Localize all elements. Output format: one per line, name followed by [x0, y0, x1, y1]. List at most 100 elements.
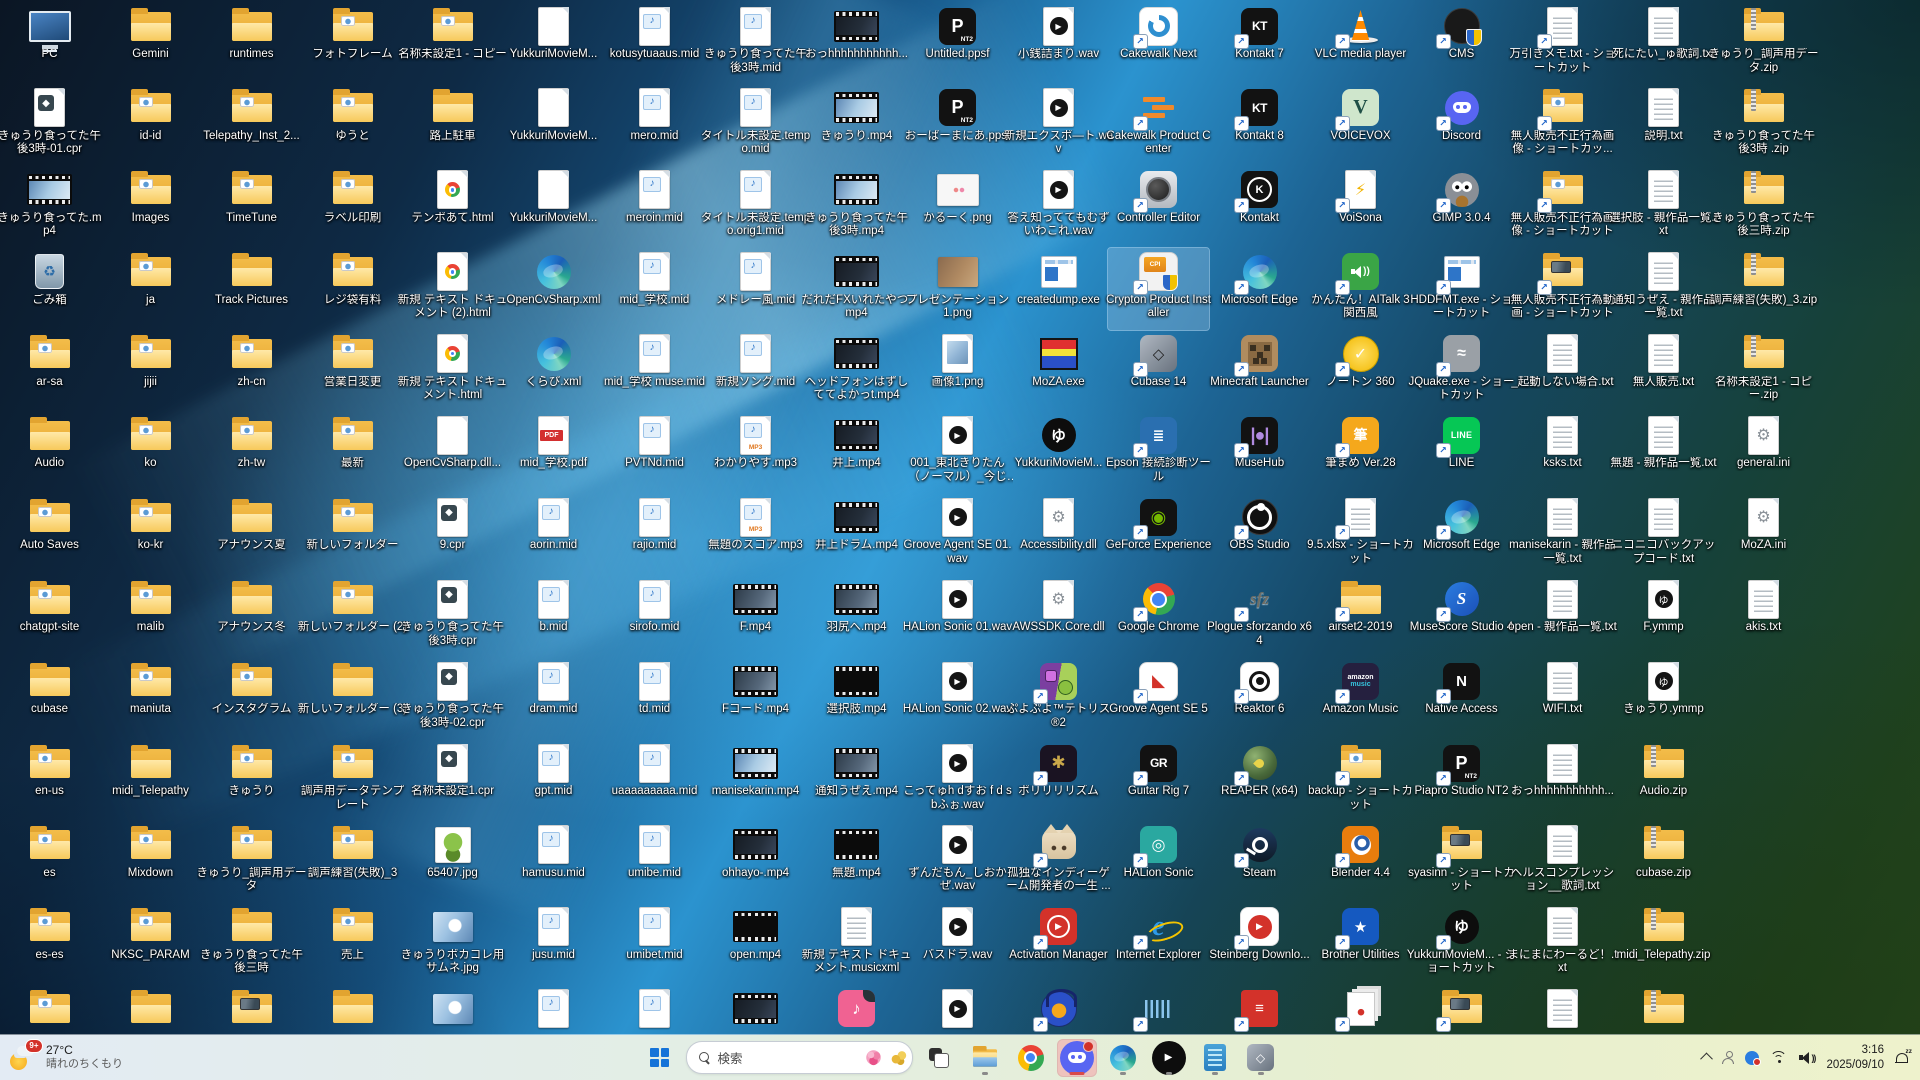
desktop-icon[interactable]: ↗ 無人販売不正行為画像 - ショートカット — [1511, 166, 1614, 248]
desktop-icon[interactable]: Audio — [0, 411, 100, 493]
desktop-icon[interactable]: ▶ 答え知っててもむずいわこれ.wav — [1007, 166, 1110, 248]
desktop-icon[interactable]: Track Pictures — [201, 248, 302, 330]
desktop-icon[interactable]: ↗ backup - ショートカット — [1308, 739, 1413, 821]
desktop-icon[interactable]: NKSC_PARAM — [100, 903, 201, 985]
desktop-icon[interactable] — [201, 985, 302, 1035]
desktop-icon[interactable]: 調声練習(失敗)_3 — [302, 821, 403, 903]
desktop-icon[interactable]: きゅうり — [201, 739, 302, 821]
notification-bell-icon[interactable]: zz — [1895, 1048, 1912, 1065]
desktop-icon[interactable]: Telepathy_Inst_2... — [201, 84, 302, 166]
desktop-icon[interactable]: ar-sa — [0, 330, 100, 412]
desktop-icon[interactable]: Images — [100, 166, 201, 248]
desktop-icon[interactable]: ≣ ↗ Epson 接続診断ツール — [1106, 411, 1211, 493]
desktop-icon[interactable]: ↗ Controller Editor — [1108, 166, 1209, 248]
desktop-icon[interactable]: ↗ Steam — [1209, 821, 1310, 903]
desktop-icon[interactable]: ohhayo-.mp4 — [705, 821, 806, 903]
desktop-icon[interactable]: 売上 — [302, 903, 403, 985]
desktop-icon[interactable]: cubase.zip — [1613, 821, 1714, 903]
desktop-icon[interactable]: ↗ 9.5.xlsx - ショートカット — [1307, 493, 1414, 575]
taskbar-app-cubase[interactable]: ◇ — [1241, 1039, 1281, 1077]
desktop-icon[interactable]: きゅうり食ってた.mp4 — [0, 166, 102, 248]
taskbar-weather-widget[interactable]: 9+ 27°C 晴れのちくもり — [10, 1035, 123, 1080]
start-button[interactable] — [640, 1039, 680, 1077]
desktop-icon[interactable]: CPI ↗ Crypton Product Installer — [1106, 246, 1211, 331]
desktop-icon[interactable]: P NT2 ↗ Piapro Studio NT2 — [1411, 739, 1512, 821]
tray-overflow-chevron-icon[interactable] — [1700, 1052, 1714, 1066]
desktop-icon[interactable]: 新規 テキスト ドキュメント (2).html — [398, 248, 507, 330]
desktop-icon[interactable]: P NT2 Untitled.ppsf — [907, 2, 1008, 84]
desktop-icon[interactable]: だれだFXいれたやつ.mp4 — [802, 248, 911, 330]
desktop-icon[interactable]: ↗ 無人販売不正行為画像 - ショートカッ... — [1511, 84, 1614, 166]
desktop-icon[interactable]: ↗ REAPER (x64) — [1209, 739, 1310, 821]
desktop-icon[interactable]: 調声用データテンプレート — [301, 739, 404, 821]
desktop-icon[interactable]: F.mp4 — [705, 575, 806, 657]
desktop-icon[interactable]: 無題.mp4 — [806, 821, 907, 903]
desktop-icon[interactable]: OpenCvSharp.xml — [503, 248, 604, 330]
desktop-icon[interactable]: ♪ きゅうり食ってた午後3時.mid — [704, 2, 807, 84]
desktop-icon[interactable]: akis.txt — [1713, 575, 1814, 657]
desktop-icon[interactable]: 名称未設定1 - コピー.zip — [1713, 330, 1814, 412]
desktop-icon[interactable]: ♪ — [604, 985, 705, 1035]
desktop-icon[interactable]: 新しいフォルダー (3) — [298, 657, 407, 739]
desktop-icon[interactable]: ♻ ごみ箱 — [0, 248, 100, 330]
desktop-icon[interactable]: YukkuriMovieM... — [503, 166, 604, 248]
desktop-icon[interactable]: ▶ ↗ Activation Manager — [1008, 903, 1109, 985]
desktop-icon[interactable]: 筆 ↗ 筆まめ Ver.28 — [1310, 411, 1411, 493]
desktop-icon[interactable]: createdump.exe — [1008, 248, 1109, 330]
desktop-icon[interactable]: es-es — [0, 903, 100, 985]
desktop-icon[interactable]: 羽尻へ.mp4 — [806, 575, 907, 657]
desktop-icon[interactable]: ♪ jusu.mid — [503, 903, 604, 985]
desktop-icon[interactable]: ↗ — [1411, 985, 1512, 1035]
desktop-icon[interactable]: おっhhhhhhhhhhh... — [805, 2, 908, 84]
desktop-icon[interactable]: e ↗ Internet Explorer — [1108, 903, 1209, 985]
desktop-icon[interactable]: 無題 - 親作品一覧.txt — [1610, 411, 1717, 493]
desktop-icon[interactable]: open - 親作品一覧.txt — [1508, 575, 1617, 657]
desktop-icon[interactable]: 井上ドラム.mp4 — [806, 493, 907, 575]
desktop-icon[interactable]: WIFI.txt — [1512, 657, 1613, 739]
desktop-icon[interactable]: ♪ umibet.mid — [604, 903, 705, 985]
desktop-icon[interactable]: ↗ Discord — [1411, 84, 1512, 166]
desktop-icon[interactable]: ⚙ Accessibility.dll — [1008, 493, 1109, 575]
taskbar-clock[interactable]: 3:16 2025/09/10 — [1826, 1043, 1884, 1073]
desktop-icon[interactable]: ↗ Cakewalk Next — [1108, 2, 1209, 84]
desktop-icon[interactable]: ↗ — [1310, 985, 1411, 1035]
desktop-icon[interactable]: ◆ きゅうり食ってた午後3時-02.cpr — [401, 657, 504, 739]
desktop-icon[interactable]: ↗ Cakewalk Product Center — [1106, 84, 1211, 166]
desktop-icon[interactable]: Fコード.mp4 — [705, 657, 806, 739]
desktop-icon[interactable]: K ↗ Kontakt — [1209, 166, 1310, 248]
desktop-icon[interactable]: ♪ aorin.mid — [503, 493, 604, 575]
desktop-icon[interactable]: 井上.mp4 — [806, 411, 907, 493]
desktop-icon[interactable]: YukkuriMovieM... — [503, 84, 604, 166]
desktop-icon[interactable]: フォトフレーム — [302, 2, 403, 84]
desktop-icon[interactable]: ゆ ↗ YukkuriMovieM... - ショートカット — [1407, 903, 1516, 985]
desktop-icon[interactable]: ◎ ↗ HALion Sonic — [1108, 821, 1209, 903]
desktop-icon[interactable]: 新規 テキスト ドキュメント.html — [398, 330, 507, 412]
desktop-icon[interactable]: ✱ ↗ ポリリリリズム — [1008, 739, 1109, 821]
desktop-icon[interactable]: ♪ 新規ソング.mid — [705, 330, 806, 412]
desktop-icon[interactable]: zh-cn — [201, 330, 302, 412]
desktop-icon[interactable]: まにまにわーるど！.txt — [1508, 903, 1617, 985]
taskbar-app-media-player[interactable]: ▶ — [1149, 1039, 1189, 1077]
desktop-icon[interactable]: ↗ Microsoft Edge — [1411, 493, 1512, 575]
desktop-icon[interactable]: 新しいフォルダー (2) — [298, 575, 407, 657]
desktop-icon[interactable]: amazon music ↗ Amazon Music — [1310, 657, 1411, 739]
desktop-icon[interactable]: Auto Saves — [0, 493, 100, 575]
desktop-icon[interactable]: ⚙ AWSSDK.Core.dll — [1008, 575, 1109, 657]
desktop-icon[interactable]: ♪ uaaaaaaaaa.mid — [604, 739, 705, 821]
desktop-icon[interactable]: malib — [100, 575, 201, 657]
tray-person-icon[interactable] — [1722, 1051, 1735, 1064]
desktop-icon[interactable]: ♪ タイトル未設定.tempo.mid — [701, 84, 810, 166]
desktop-icon[interactable]: midi_Telepathy.zip — [1613, 903, 1714, 985]
desktop-icon[interactable]: MoZA.exe — [1008, 330, 1109, 412]
desktop-icon[interactable] — [100, 985, 201, 1035]
desktop-icon[interactable]: きゅうり食ってた午後3時.mp4 — [805, 166, 908, 248]
desktop-icon[interactable]: ≈ ↗ JQuake.exe - ショートカット — [1408, 330, 1515, 412]
desktop-icon[interactable]: おっhhhhhhhhhhh... — [1511, 739, 1614, 821]
desktop-icon[interactable]: ♪ umibe.mid — [604, 821, 705, 903]
desktop-icon[interactable]: ◆ きゅうり食ってた午後3時.cpr — [401, 575, 504, 657]
desktop-icon[interactable]: 路上駐車 — [402, 84, 503, 166]
desktop-icon[interactable]: ↗ ぷよぷよ™テトリス®2 — [1007, 657, 1110, 739]
desktop-icon[interactable]: ◉ ↗ GeForce Experience — [1106, 493, 1211, 575]
desktop-icon[interactable]: YukkuriMovieM... — [503, 2, 604, 84]
desktop-icon[interactable]: ko — [100, 411, 201, 493]
